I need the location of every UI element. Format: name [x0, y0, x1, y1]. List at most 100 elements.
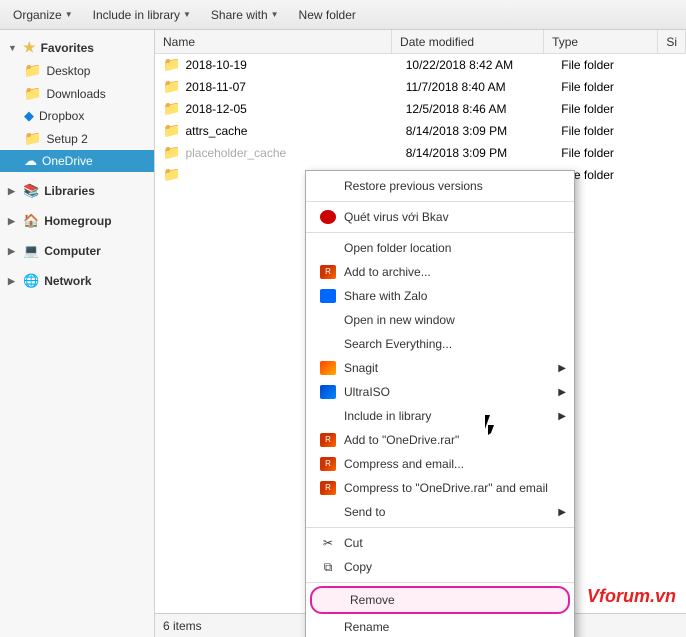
send-to-arrow: ▶ [558, 507, 566, 518]
rename-icon [318, 619, 338, 635]
include-library-button[interactable]: Include in library ▼ [84, 3, 200, 27]
context-menu: Restore previous versions Quét virus với… [305, 170, 575, 637]
col-header-type[interactable]: Type [544, 30, 658, 53]
ctx-separator-1 [306, 201, 574, 202]
network-header[interactable]: ▶ 🌐 Network [0, 270, 154, 292]
watermark-text: forum.vn [599, 586, 676, 606]
new-window-icon [318, 312, 338, 328]
new-folder-label: New folder [299, 8, 356, 22]
ctx-search-everything[interactable]: Search Everything... [306, 332, 574, 356]
libraries-icon: 📚 [23, 183, 39, 199]
sidebar-item-desktop[interactable]: 📁 Desktop [0, 59, 154, 82]
ctx-add-onedrive-rar[interactable]: R Add to "OneDrive.rar" [306, 428, 574, 452]
desktop-label: Desktop [46, 64, 90, 78]
include-library-arrow: ▼ [183, 10, 191, 19]
include-library-ctx-icon [318, 408, 338, 424]
organize-button[interactable]: Organize ▼ [4, 3, 82, 27]
snagit-submenu-arrow: ▶ [558, 363, 566, 374]
toolbar: Organize ▼ Include in library ▼ Share wi… [0, 0, 686, 30]
dropbox-label: Dropbox [39, 109, 84, 123]
ctx-send-to[interactable]: Send to ▶ [306, 500, 574, 524]
zalo-icon [318, 288, 338, 304]
computer-header[interactable]: ▶ 💻 Computer [0, 240, 154, 262]
libraries-expand: ▶ [8, 186, 18, 197]
restore-icon [318, 178, 338, 194]
compress-email-icon: R [318, 456, 338, 472]
ctx-separator-3 [306, 527, 574, 528]
share-with-label: Share with [211, 8, 268, 22]
main-layout: ▼ ★ Favorites 📁 Desktop 📁 Downloads ◆ Dr… [0, 30, 686, 637]
ctx-remove[interactable]: Remove [310, 586, 570, 614]
table-row[interactable]: 📁2018-11-07 11/7/2018 8:40 AM File folde… [155, 76, 686, 98]
onedrive-label: OneDrive [42, 154, 93, 168]
ctx-compress-onedrive-email[interactable]: R Compress to "OneDrive.rar" and email [306, 476, 574, 500]
ctx-restore-previous[interactable]: Restore previous versions [306, 174, 574, 198]
ctx-scan-bkav[interactable]: Quét virus với Bkav [306, 205, 574, 229]
onedrive-icon: ☁ [24, 153, 37, 169]
folder-icon: 📁 [163, 56, 180, 73]
onedrive-rar-icon: R [318, 432, 338, 448]
ctx-open-folder[interactable]: Open folder location [306, 236, 574, 260]
downloads-label: Downloads [46, 87, 105, 101]
setup2-folder-icon: 📁 [24, 130, 41, 147]
network-icon: 🌐 [23, 273, 39, 289]
folder-icon: 📁 [163, 78, 180, 95]
homegroup-label: Homegroup [44, 214, 111, 228]
share-with-button[interactable]: Share with ▼ [202, 3, 288, 27]
setup2-label: Setup 2 [46, 132, 87, 146]
organize-label: Organize [13, 8, 62, 22]
cut-icon: ✂ [318, 535, 338, 551]
watermark: Vforum.vn [587, 586, 676, 607]
downloads-folder-icon: 📁 [24, 85, 41, 102]
ctx-open-new-window[interactable]: Open in new window [306, 308, 574, 332]
sidebar-item-dropbox[interactable]: ◆ Dropbox [0, 105, 154, 127]
share-with-arrow: ▼ [271, 10, 279, 19]
new-folder-button[interactable]: New folder [290, 3, 365, 27]
remove-icon [324, 592, 344, 608]
favorites-header[interactable]: ▼ ★ Favorites [0, 36, 154, 59]
ctx-add-archive[interactable]: R Add to archive... [306, 260, 574, 284]
ctx-separator-4 [306, 582, 574, 583]
homegroup-expand: ▶ [8, 216, 18, 227]
homegroup-header[interactable]: ▶ 🏠 Homegroup [0, 210, 154, 232]
items-count: 6 items [163, 619, 202, 633]
table-row[interactable]: 📁placeholder_cache 8/14/2018 3:09 PM Fil… [155, 142, 686, 164]
libraries-header[interactable]: ▶ 📚 Libraries [0, 180, 154, 202]
sidebar-item-downloads[interactable]: 📁 Downloads [0, 82, 154, 105]
table-row[interactable]: 📁attrs_cache 8/14/2018 3:09 PM File fold… [155, 120, 686, 142]
ctx-rename[interactable]: Rename [306, 615, 574, 637]
bkav-icon [318, 209, 338, 225]
ctx-cut[interactable]: ✂ Cut [306, 531, 574, 555]
ultraiso-icon [318, 384, 338, 400]
favorites-section: ▼ ★ Favorites 📁 Desktop 📁 Downloads ◆ Dr… [0, 30, 154, 174]
ctx-copy[interactable]: ⧉ Copy [306, 555, 574, 579]
snagit-icon [318, 360, 338, 376]
sidebar-item-setup2[interactable]: 📁 Setup 2 [0, 127, 154, 150]
table-row[interactable]: 📁2018-12-05 12/5/2018 8:46 AM File folde… [155, 98, 686, 120]
content-area: Name Date modified Type Si 📁2018-10-19 1… [155, 30, 686, 637]
favorites-label: Favorites [41, 41, 94, 55]
favorites-star-icon: ★ [23, 39, 36, 56]
col-header-name[interactable]: Name [155, 30, 392, 53]
ctx-ultraiso[interactable]: UltraISO ▶ [306, 380, 574, 404]
ctx-include-library[interactable]: Include in library ▶ [306, 404, 574, 428]
compress-onedrive-icon: R [318, 480, 338, 496]
network-expand: ▶ [8, 276, 18, 287]
ctx-snagit[interactable]: Snagit ▶ [306, 356, 574, 380]
sidebar: ▼ ★ Favorites 📁 Desktop 📁 Downloads ◆ Dr… [0, 30, 155, 637]
folder-icon: 📁 [163, 166, 180, 183]
ctx-compress-email[interactable]: R Compress and email... [306, 452, 574, 476]
homegroup-section: ▶ 🏠 Homegroup [0, 204, 154, 234]
table-row[interactable]: 📁2018-10-19 10/22/2018 8:42 AM File fold… [155, 54, 686, 76]
organize-arrow: ▼ [65, 10, 73, 19]
ultraiso-submenu-arrow: ▶ [558, 387, 566, 398]
ctx-separator-2 [306, 232, 574, 233]
file-list-header: Name Date modified Type Si [155, 30, 686, 54]
computer-expand: ▶ [8, 246, 18, 257]
col-header-size[interactable]: Si [658, 30, 686, 53]
col-header-date[interactable]: Date modified [392, 30, 544, 53]
copy-icon: ⧉ [318, 559, 338, 575]
ctx-share-zalo[interactable]: Share with Zalo [306, 284, 574, 308]
send-to-icon [318, 504, 338, 520]
sidebar-item-onedrive[interactable]: ☁ OneDrive [0, 150, 154, 172]
